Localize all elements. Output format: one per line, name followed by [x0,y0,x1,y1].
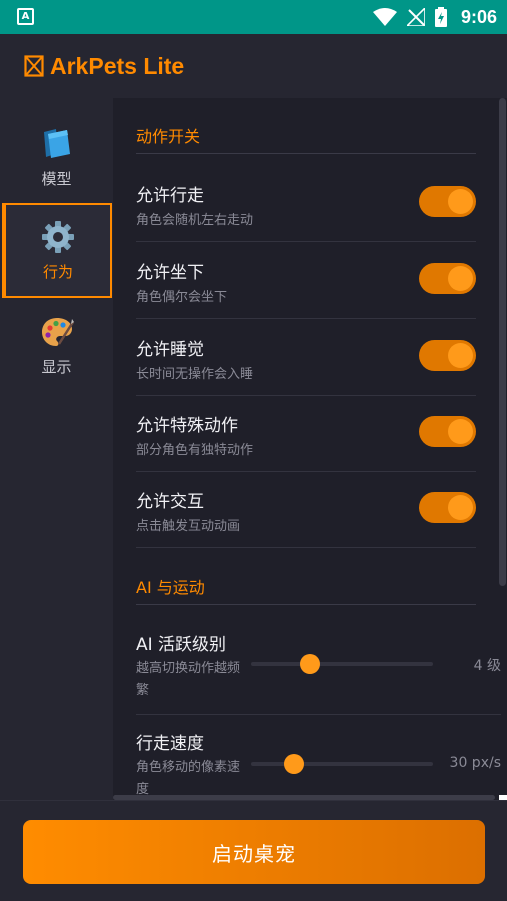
app-bar: ArkPets Lite [0,34,507,98]
start-pet-button[interactable]: 启动桌宠 [23,820,485,884]
setting-title: 允许睡觉 [136,340,204,360]
sidebar-item-behavior[interactable]: 行为 [2,203,112,298]
setting-description: 长时间无操作会入睡 [136,367,254,382]
section-title-ai: AI 与运动 [136,578,205,597]
setting-description: 部分角色有独特动作 [136,443,254,458]
setting-description: 点击触发互动动画 [136,519,241,534]
toggle-knob [448,266,473,291]
setting-row-special: 允许特殊动作 部分角色有独特动作 [136,395,476,472]
setting-description: 角色会随机左右走动 [136,213,254,228]
footer: 启动桌宠 [0,800,507,901]
setting-title: 行走速度 [136,734,204,754]
gear-icon [42,221,74,253]
battery-charging-icon [434,7,447,27]
setting-row-ai-level: AI 活跃级别 越高切换动作越频繁 4 级 [136,616,501,715]
section-divider [136,604,476,605]
palette-icon [41,318,74,346]
setting-row-sleep: 允许睡觉 长时间无操作会入睡 [136,319,476,396]
clock: 9:06 [460,6,497,27]
setting-title: AI 活跃级别 [136,635,227,655]
setting-description: 越高切换动作越频繁 [136,661,241,698]
ai-level-value: 4 级 [473,658,501,674]
status-bar: A 9:06 [0,0,507,34]
setting-row-interact: 允许交互 点击触发互动动画 [136,471,476,548]
sidebar-item-model[interactable]: 模型 [0,110,113,205]
folder-icon [43,129,70,158]
toggle-knob [448,189,473,214]
setting-title: 允许交互 [136,492,204,512]
settings-panel[interactable]: 动作开关 允许行走 角色会随机左右走动 允许坐下 角色偶尔会坐下 允许睡觉 长时… [113,98,507,800]
setting-description: 角色偶尔会坐下 [136,290,228,305]
no-signal-icon [406,8,425,26]
sidebar-item-label: 行为 [42,263,73,281]
slider-thumb[interactable] [284,754,304,774]
section-title-actions: 动作开关 [136,127,201,146]
section-divider [136,153,476,154]
toggle-knob [448,343,473,368]
sit-toggle[interactable] [419,263,476,294]
sidebar-item-label: 模型 [41,170,72,188]
setting-title: 允许坐下 [136,263,204,283]
wifi-icon [372,8,397,26]
app-notification-icon: A [17,8,34,25]
sidebar-item-display[interactable]: 显示 [0,298,113,393]
setting-description: 角色移动的像素速度 [136,760,241,797]
vertical-scrollbar[interactable] [499,98,506,586]
slider-thumb[interactable] [300,654,320,674]
setting-title: 允许行走 [136,186,204,206]
walk-speed-value: 30 px/s [449,755,501,771]
sidebar: 模型 行为 显示 [0,98,113,800]
setting-row-walk: 允许行走 角色会随机左右走动 [136,165,476,242]
ai-level-slider[interactable] [251,654,433,674]
box-logo-icon [24,55,44,77]
sidebar-item-label: 显示 [41,358,72,376]
interact-toggle[interactable] [419,492,476,523]
toggle-knob [448,495,473,520]
setting-row-walk-speed: 行走速度 角色移动的像素速度 30 px/s [136,715,501,800]
toggle-knob [448,419,473,444]
setting-row-sit: 允许坐下 角色偶尔会坐下 [136,242,476,319]
special-action-toggle[interactable] [419,416,476,447]
walk-speed-slider[interactable] [251,754,433,774]
setting-title: 允许特殊动作 [136,416,238,436]
sleep-toggle[interactable] [419,340,476,371]
app-title: ArkPets Lite [50,52,185,79]
walk-toggle[interactable] [419,186,476,217]
